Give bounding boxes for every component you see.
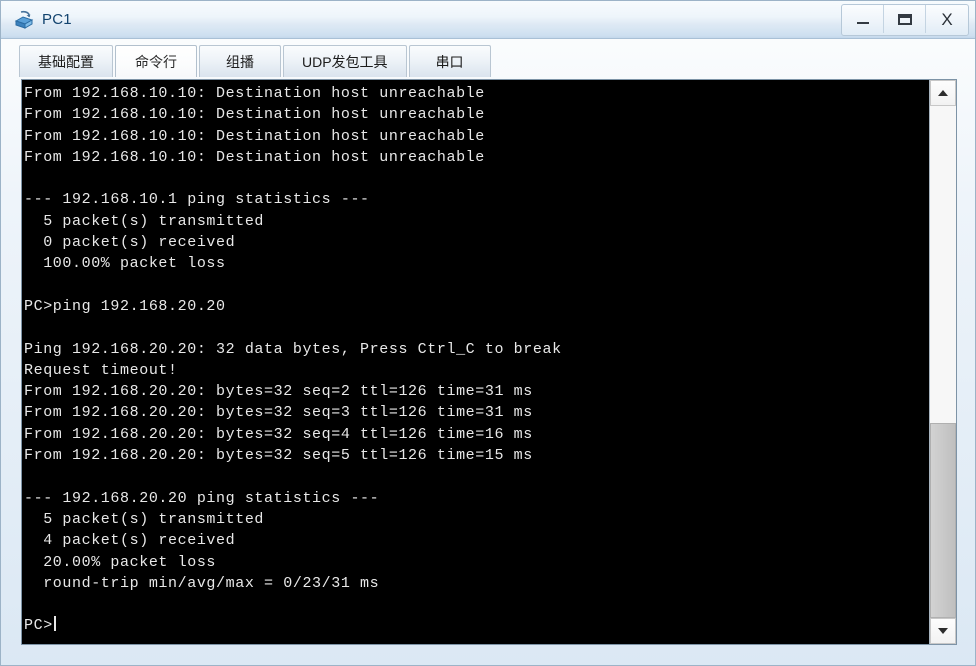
scroll-up-button[interactable] <box>930 80 956 106</box>
terminal-line: Ping 192.168.20.20: 32 data bytes, Press… <box>24 340 562 358</box>
terminal-line: From 192.168.20.20: bytes=32 seq=5 ttl=1… <box>24 447 533 465</box>
terminal-line: 5 packet(s) transmitted <box>24 212 265 230</box>
scrollbar-track[interactable] <box>930 106 956 618</box>
terminal-line: From 192.168.10.10: Destination host unr… <box>24 148 485 166</box>
terminal-line: From 192.168.20.20: bytes=32 seq=4 ttl=1… <box>24 425 533 443</box>
chevron-up-icon <box>938 90 948 96</box>
terminal-prompt: PC> <box>24 617 53 635</box>
terminal-line: From 192.168.20.20: bytes=32 seq=2 ttl=1… <box>24 383 533 401</box>
terminal-line: Request timeout! <box>24 361 178 379</box>
minimize-button[interactable] <box>842 5 884 33</box>
tab-1[interactable]: 命令行 <box>115 45 197 77</box>
terminal-line: --- 192.168.20.20 ping statistics --- <box>24 489 380 507</box>
terminal-scrollbar[interactable] <box>929 80 956 644</box>
terminal-line: From 192.168.10.10: Destination host unr… <box>24 106 485 124</box>
terminal-line: From 192.168.10.10: Destination host unr… <box>24 127 485 145</box>
terminal-line: 4 packet(s) received <box>24 532 236 550</box>
tab-label: 基础配置 <box>38 53 94 70</box>
terminal-line: 0 packet(s) received <box>24 234 236 252</box>
window-title: PC1 <box>42 11 72 28</box>
terminal-line: --- 192.168.10.1 ping statistics --- <box>24 191 370 209</box>
terminal-line: From 192.168.20.20: bytes=32 seq=3 ttl=1… <box>24 404 533 422</box>
tab-label: 串口 <box>435 53 464 70</box>
terminal-line: 100.00% packet loss <box>24 255 226 273</box>
text-cursor <box>53 616 56 632</box>
pc-device-icon <box>14 10 34 29</box>
window-controls: X <box>841 4 969 36</box>
close-icon: X <box>941 9 953 29</box>
chevron-down-icon <box>938 628 948 634</box>
command-line-terminal[interactable]: From 192.168.10.10: Destination host unr… <box>21 79 957 645</box>
tab-label: UDP发包工具 <box>302 53 388 70</box>
tab-4[interactable]: 串口 <box>408 45 491 77</box>
maximize-button[interactable] <box>884 5 926 33</box>
tab-0[interactable]: 基础配置 <box>19 45 113 77</box>
tab-2[interactable]: 组播 <box>199 45 281 77</box>
terminal-line: From 192.168.10.10: Destination host unr… <box>24 85 485 102</box>
tab-label: 组播 <box>226 53 254 70</box>
pc1-window: PC1 X 基础配置 命令行 组播 UDP发包工具 串口 From 192.168.10… <box>0 0 976 666</box>
title-bar[interactable]: PC1 X <box>1 1 975 39</box>
maximize-icon <box>897 13 912 25</box>
close-button[interactable]: X <box>926 5 968 33</box>
tab-label: 命令行 <box>135 53 177 70</box>
scrollbar-thumb[interactable] <box>930 423 956 618</box>
tab-strip: 基础配置 命令行 组播 UDP发包工具 串口 <box>19 45 491 79</box>
terminal-line: 20.00% packet loss <box>24 553 217 571</box>
terminal-line: 5 packet(s) transmitted <box>24 510 265 528</box>
terminal-line: round-trip min/avg/max = 0/23/31 ms <box>24 574 380 592</box>
terminal-prompt-line[interactable]: PC> <box>24 615 929 636</box>
terminal-line: PC>ping 192.168.20.20 <box>24 297 226 315</box>
terminal-output[interactable]: From 192.168.10.10: Destination host unr… <box>22 80 929 644</box>
minimize-icon <box>856 22 869 24</box>
tab-3[interactable]: UDP发包工具 <box>283 45 407 77</box>
scroll-down-button[interactable] <box>930 618 956 644</box>
